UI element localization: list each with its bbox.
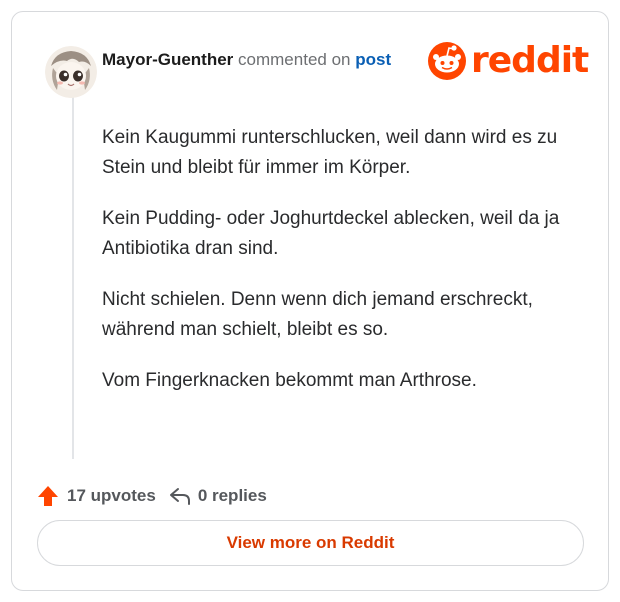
comment-paragraph: Kein Kaugummi runterschlucken, weil dann… [102,127,558,178]
post-link[interactable]: post [355,50,391,69]
reply-icon[interactable] [168,484,192,508]
avatar[interactable] [45,46,97,98]
reply-count: 0 replies [197,486,267,505]
reddit-embed-card: Mayor-Guenther commented on post reddit … [11,11,609,591]
upvote-count: 17 upvotes [67,486,156,505]
thread-line [72,97,74,459]
reddit-logo[interactable]: reddit [427,40,589,81]
view-more-button[interactable]: View more on Reddit [37,520,584,566]
comment-paragraph: Nicht schielen. Denn wenn dich jemand er… [102,289,533,340]
reddit-wordmark: reddit [471,40,589,81]
comment-header: Mayor-Guenther commented on post [102,49,391,71]
username-link[interactable]: Mayor-Guenther [102,50,233,69]
comment-footer: 17 upvotes 0 replies [36,484,267,508]
upvote-arrow-icon[interactable] [36,484,60,508]
comment-paragraph: Kein Pudding- oder Joghurtdeckel ablecke… [102,208,560,259]
comment-paragraph: Vom Fingerknacken bekommt man Arthrose. [102,370,477,391]
header-verb: commented on [238,50,351,69]
reddit-snoo-icon [428,42,466,80]
comment-body: Kein Kaugummi runterschlucken, weil dann… [102,123,572,417]
